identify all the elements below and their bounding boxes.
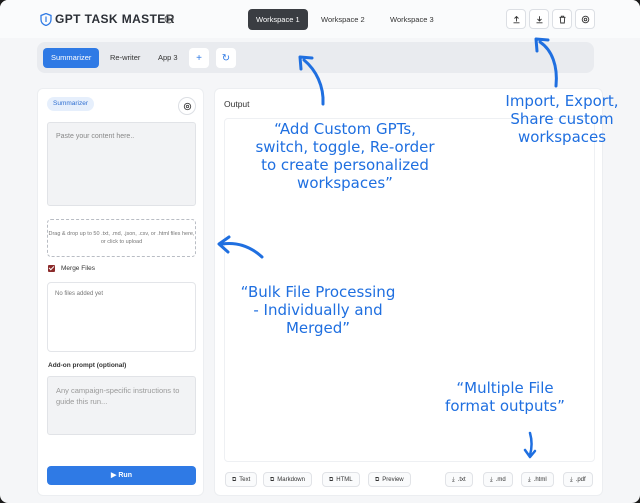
annotation-line: format outputs”: [445, 397, 565, 415]
app-settings-button[interactable]: [178, 97, 196, 115]
export-pdf-button[interactable]: ⤓ .pdf: [563, 472, 593, 487]
arrow-to-dropzone: [217, 235, 264, 259]
addon-prompt-input[interactable]: Any campaign-specific instructions to gu…: [47, 376, 196, 435]
merge-files-checkbox[interactable]: [48, 265, 55, 272]
tab-workspace-1[interactable]: Workspace 1: [248, 9, 308, 30]
view-preview-button[interactable]: ⧉ Preview: [368, 472, 411, 487]
tab-workspace-3[interactable]: Workspace 3: [382, 9, 442, 30]
annotation-line: “Multiple File: [456, 379, 554, 397]
download-icon: ⤓: [490, 476, 493, 483]
annotation-line: workspaces: [517, 128, 607, 146]
arrow-to-app-bar: [298, 55, 325, 106]
annotation-line: workspaces”: [297, 174, 393, 192]
annotation-line: switch, toggle, Re-order: [255, 138, 435, 156]
add-app-button[interactable]: +: [189, 48, 209, 68]
refresh-button[interactable]: ↻: [216, 48, 236, 68]
export-pdf-label: .pdf: [575, 476, 586, 483]
top-bar: GPT TASK MASTER Workspace 1 Workspace 2 …: [0, 0, 640, 38]
annotation-line: to create personalized: [261, 156, 429, 174]
export-txt-button[interactable]: ⤓ .txt: [445, 472, 473, 487]
annotation-import-export: Import, Export, Share custom workspaces: [486, 92, 638, 146]
merge-files-label: Merge Files: [61, 265, 95, 272]
annotation-line: “Add Custom GPTs,: [274, 120, 416, 138]
share-button[interactable]: [506, 9, 526, 29]
annotation-line: - Individually and: [253, 301, 383, 319]
annotation-file-formats: “Multiple File format outputs”: [430, 379, 580, 415]
merge-files-option[interactable]: Merge Files: [48, 265, 95, 272]
app-tab-rewriter[interactable]: Re-writer: [102, 48, 148, 68]
app-tab-app3[interactable]: App 3: [150, 48, 186, 68]
arrow-to-toolbar: [534, 37, 558, 88]
view-markdown-button[interactable]: ⧉ Markdown: [263, 472, 312, 487]
app-window: GPT TASK MASTER Workspace 1 Workspace 2 …: [0, 0, 640, 503]
view-preview-label: Preview: [382, 476, 404, 483]
file-list: No files added yet: [47, 282, 196, 352]
copy-icon: ⧉: [232, 476, 237, 483]
view-text-button[interactable]: ⧉ Text: [225, 472, 258, 487]
gear-icon: [183, 102, 191, 110]
annotation-bulk-processing: “Bulk File Processing - Individually and…: [228, 283, 408, 337]
export-html-button[interactable]: ⤓ .html: [521, 472, 554, 487]
download-icon: [536, 15, 542, 23]
export-md-button[interactable]: ⤓ .md: [483, 472, 513, 487]
copy-icon: ⧉: [329, 476, 334, 483]
annotation-custom-gpts: “Add Custom GPTs, switch, toggle, Re-ord…: [244, 120, 446, 192]
view-html-button[interactable]: ⧉ HTML: [322, 472, 360, 487]
run-button[interactable]: ▶ Run: [47, 466, 196, 485]
tab-workspace-2[interactable]: Workspace 2: [313, 9, 373, 30]
export-txt-label: .txt: [457, 476, 466, 483]
app-title: GPT TASK MASTER: [55, 12, 175, 26]
copy-icon: ⧉: [375, 476, 380, 483]
view-text-label: Text: [239, 476, 251, 483]
annotation-line: “Bulk File Processing: [240, 283, 396, 301]
active-app-chip: Summarizer: [47, 97, 95, 111]
view-markdown-label: Markdown: [277, 476, 305, 483]
content-input[interactable]: Paste your content here..: [47, 122, 196, 206]
share-icon: [513, 15, 519, 23]
delete-button[interactable]: [552, 9, 572, 29]
export-md-label: .md: [495, 476, 506, 483]
info-icon[interactable]: [164, 14, 174, 24]
download-button[interactable]: [529, 9, 549, 29]
app-logo: GPT TASK MASTER: [40, 11, 175, 27]
app-tab-summarizer[interactable]: Summarizer: [43, 48, 100, 68]
download-icon: ⤓: [528, 476, 531, 483]
addon-prompt-label: Add-on prompt (optional): [48, 362, 127, 369]
output-label: Output: [224, 99, 250, 109]
download-icon: ⤓: [570, 476, 573, 483]
download-icon: ⤓: [452, 476, 455, 483]
settings-button[interactable]: [575, 9, 595, 29]
trash-icon: [559, 15, 565, 23]
annotation-line: Import, Export,: [505, 92, 619, 110]
copy-icon: ⧉: [270, 476, 275, 483]
shield-logo-icon: [40, 12, 52, 26]
input-panel: Summarizer Paste your content here.. Dra…: [37, 88, 204, 496]
file-dropzone[interactable]: Drag & drop up to 50 .txt, .md, .json, .…: [47, 219, 196, 257]
annotation-line: Merged”: [285, 319, 351, 337]
arrow-to-export-buttons: [523, 431, 537, 459]
export-html-label: .html: [533, 476, 547, 483]
settings-icon: [581, 15, 589, 23]
view-html-label: HTML: [336, 476, 353, 483]
annotation-line: Share custom: [510, 110, 614, 128]
